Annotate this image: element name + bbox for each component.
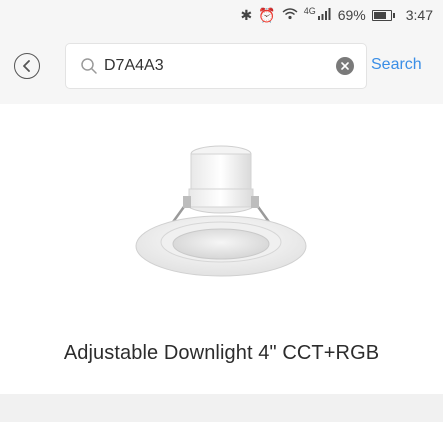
status-bar: ✱ ⏰ 4G 69% 3:47 bbox=[0, 0, 443, 30]
alarm-icon: ⏰ bbox=[258, 7, 276, 23]
network-type-label: 4G bbox=[303, 6, 316, 16]
status-time: 3:47 bbox=[405, 7, 433, 23]
bottom-section bbox=[0, 394, 443, 422]
search-icon bbox=[81, 58, 97, 74]
product-image[interactable] bbox=[131, 134, 311, 284]
signal-icon bbox=[317, 7, 332, 23]
back-button[interactable] bbox=[14, 53, 40, 79]
chevron-left-icon bbox=[23, 60, 30, 72]
search-button[interactable]: Search bbox=[371, 56, 422, 74]
search-header: Search bbox=[0, 30, 443, 105]
battery-icon bbox=[371, 9, 395, 21]
status-icons: ✱ ⏰ 4G 69% 3:47 bbox=[240, 6, 433, 23]
wifi-icon bbox=[282, 8, 298, 22]
product-name[interactable]: Adjustable Downlight 4" CCT+RGB bbox=[0, 342, 443, 365]
search-input[interactable] bbox=[104, 44, 324, 88]
bluetooth-icon: ✱ bbox=[240, 7, 253, 23]
product-card[interactable]: Adjustable Downlight 4" CCT+RGB bbox=[0, 104, 443, 394]
clear-icon[interactable] bbox=[336, 57, 354, 75]
battery-percent: 69% bbox=[337, 7, 366, 23]
search-box[interactable] bbox=[65, 43, 367, 89]
